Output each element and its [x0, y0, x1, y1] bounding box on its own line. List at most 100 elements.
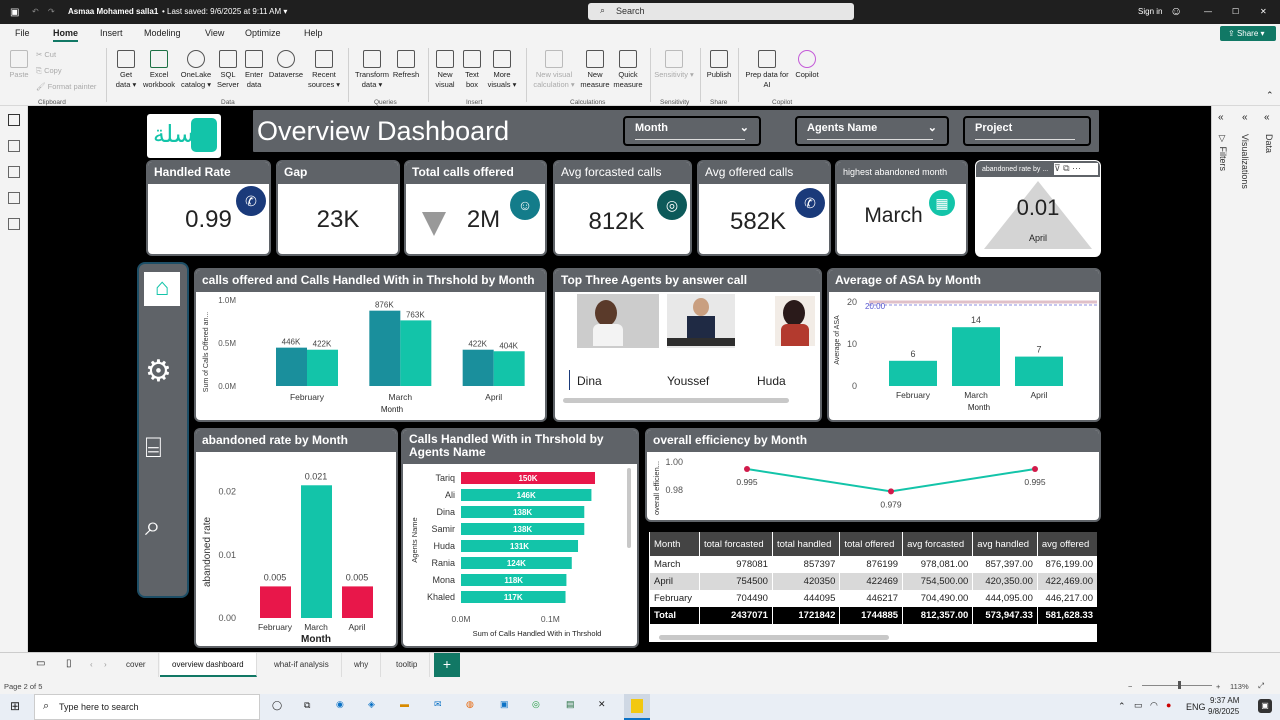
- menu-optimize[interactable]: Optimize: [245, 28, 281, 38]
- collapse-ribbon-icon[interactable]: ⌃: [1266, 90, 1274, 101]
- format-painter-button[interactable]: 🖌 Format painter: [36, 82, 96, 92]
- handled-by-agent-chart[interactable]: Calls Handled With in Thrshold by Agents…: [401, 428, 639, 648]
- transform-button[interactable]: Transform data ▾: [352, 50, 392, 90]
- kpi-avg-forcasted[interactable]: Avg forcasted calls ◎ 812K: [553, 160, 692, 256]
- desktop-layout-icon[interactable]: ▭: [36, 658, 45, 669]
- kpi-total-calls-offered[interactable]: Total calls offered ☺ 2M: [404, 160, 547, 256]
- chrome-icon[interactable]: ◎: [532, 699, 540, 710]
- tab-tooltip[interactable]: tooltip: [384, 653, 431, 677]
- kpi-highest-abandoned-month[interactable]: highest abandoned month ▦ March: [835, 160, 968, 256]
- horizontal-scrollbar[interactable]: [659, 635, 889, 640]
- add-page-button[interactable]: +: [434, 653, 460, 677]
- menu-view[interactable]: View: [205, 28, 224, 38]
- file-explorer-icon[interactable]: ▬: [400, 699, 409, 709]
- undo-icon[interactable]: ↶: [32, 7, 39, 16]
- fit-page-icon[interactable]: ⤢: [1258, 681, 1264, 691]
- column-header[interactable]: total handled: [771, 532, 840, 556]
- kpi-avg-offered[interactable]: Avg offered calls ✆ 582K: [697, 160, 831, 256]
- collapse-filters-icon[interactable]: «: [1218, 112, 1224, 123]
- filters-pane-tab[interactable]: ▽ Filters: [1218, 134, 1228, 171]
- zoom-out-icon[interactable]: −: [1128, 682, 1132, 691]
- tray-wifi-icon[interactable]: ◠: [1150, 700, 1158, 711]
- capcut-icon[interactable]: ✕: [598, 699, 606, 710]
- column-header[interactable]: avg handled: [972, 532, 1038, 556]
- task-view-icon[interactable]: ◯: [272, 700, 282, 711]
- save-icon[interactable]: ▣: [10, 7, 19, 18]
- search-input[interactable]: ⌕ Search: [588, 3, 854, 20]
- column-header[interactable]: Month: [649, 532, 700, 556]
- project-slicer[interactable]: Project: [963, 116, 1091, 146]
- prev-page-icon[interactable]: ‹: [90, 660, 93, 669]
- kpi-handled-rate[interactable]: Handled Rate ✆ 0.99: [146, 160, 271, 256]
- tray-security-icon[interactable]: ●: [1166, 700, 1171, 710]
- save-status[interactable]: • Last saved: 9/6/2025 at 9:11 AM ▾: [162, 7, 287, 16]
- home-icon[interactable]: ⌂: [144, 272, 180, 306]
- app-icon[interactable]: ◈: [368, 699, 375, 710]
- cut-button[interactable]: ✂ Cut: [36, 50, 56, 60]
- copilot-button[interactable]: Copilot: [792, 50, 822, 80]
- new-measure-button[interactable]: New measure: [578, 50, 612, 90]
- edge-icon[interactable]: ◉: [336, 699, 344, 710]
- menu-help[interactable]: Help: [304, 28, 323, 38]
- windows-start-icon[interactable]: ⊞: [10, 699, 20, 713]
- new-visual-button[interactable]: New visual: [432, 50, 458, 90]
- table-row[interactable]: April 754500 420350 422469 754,500.00 420,350…: [649, 573, 1097, 590]
- redo-icon[interactable]: ↷: [48, 7, 55, 16]
- model-view-icon[interactable]: [8, 166, 20, 178]
- collapse-data-icon[interactable]: «: [1264, 112, 1270, 123]
- column-header[interactable]: total forcasted: [698, 532, 773, 556]
- maximize-button[interactable]: ☐: [1232, 7, 1239, 16]
- visual-header-icons[interactable]: ⊽ ⧉ ⋯: [1054, 163, 1098, 175]
- text-box-button[interactable]: Text box: [460, 50, 484, 90]
- tab-overview-dashboard[interactable]: overview dashboard: [160, 653, 257, 677]
- column-header[interactable]: total offered: [839, 532, 903, 556]
- abandoned-rate-chart[interactable]: abandoned rate by Month 0.00 0.01 0.02 aban…: [194, 428, 398, 648]
- visualizations-pane-tab[interactable]: Visualizations: [1240, 134, 1250, 189]
- zoom-slider-thumb[interactable]: [1178, 681, 1181, 689]
- agents-slicer[interactable]: Agents Name ⌄: [795, 116, 949, 146]
- settings-icon[interactable]: ⚙: [145, 354, 172, 389]
- horizontal-scrollbar[interactable]: [563, 398, 789, 403]
- prep-data-button[interactable]: Prep data for AI: [742, 50, 792, 90]
- kpi-abandoned-rate[interactable]: abandoned rate by ... ⊽ ⧉ ⋯ 0.01 April: [975, 160, 1101, 257]
- next-page-icon[interactable]: ›: [104, 660, 107, 669]
- zoom-in-icon[interactable]: +: [1216, 682, 1220, 691]
- more-visuals-button[interactable]: More visuals ▾: [486, 50, 518, 90]
- table-row[interactable]: February 704490 444095 446217 704,490.00 444,…: [649, 590, 1097, 607]
- menu-insert[interactable]: Insert: [100, 28, 123, 38]
- efficiency-chart[interactable]: overall efficiency by Month 0.98 1.00 over…: [645, 428, 1101, 522]
- summary-table[interactable]: Month total forcasted total handled tota…: [649, 532, 1097, 642]
- sensitivity-button[interactable]: Sensitivity ▾: [654, 50, 694, 80]
- minimize-button[interactable]: —: [1204, 7, 1212, 16]
- enter-data-button[interactable]: Enter data: [242, 50, 266, 90]
- store-icon[interactable]: ▣: [500, 699, 509, 710]
- table-total-row[interactable]: Total 2437071 1721842 1744885 812,357.00 573,…: [649, 607, 1097, 624]
- sql-button[interactable]: SQL Server: [216, 50, 240, 90]
- data-pane-tab[interactable]: Data: [1264, 134, 1274, 153]
- mail-icon[interactable]: ✉: [434, 699, 442, 710]
- publish-button[interactable]: Publish: [704, 50, 734, 80]
- notifications-icon[interactable]: ▣: [1258, 699, 1272, 713]
- menu-modeling[interactable]: Modeling: [144, 28, 181, 38]
- excel-app-icon[interactable]: ▤: [566, 699, 575, 710]
- presentation-icon[interactable]: ⌸: [145, 432, 162, 465]
- zoom-slider[interactable]: [1142, 685, 1212, 686]
- recent-sources-button[interactable]: Recent sources ▾: [306, 50, 342, 90]
- column-header[interactable]: avg offered: [1036, 532, 1097, 556]
- get-data-button[interactable]: Get data ▾: [112, 50, 140, 90]
- tray-expand-icon[interactable]: ⌃: [1118, 701, 1126, 712]
- quick-measure-button[interactable]: Quick measure: [612, 50, 644, 90]
- table-view-icon[interactable]: [8, 140, 20, 152]
- menu-home[interactable]: Home: [53, 28, 79, 42]
- taskbar-search-input[interactable]: ⌕ Type here to search: [34, 694, 260, 720]
- language-indicator[interactable]: ENG: [1186, 702, 1206, 712]
- tab-why[interactable]: why: [342, 653, 382, 677]
- refresh-button[interactable]: Refresh: [392, 50, 420, 80]
- report-view-icon[interactable]: [8, 114, 20, 126]
- collapse-visualizations-icon[interactable]: «: [1242, 112, 1248, 123]
- tray-app-icon[interactable]: ▭: [1134, 700, 1143, 711]
- table-row[interactable]: March 978081 857397 876199 978,081.00 857,397…: [649, 556, 1097, 573]
- tmdl-view-icon[interactable]: [8, 218, 20, 230]
- asa-by-month-chart[interactable]: Average of ASA by Month 0 10 20 Average of …: [827, 268, 1101, 422]
- column-header[interactable]: avg forcasted: [902, 532, 973, 556]
